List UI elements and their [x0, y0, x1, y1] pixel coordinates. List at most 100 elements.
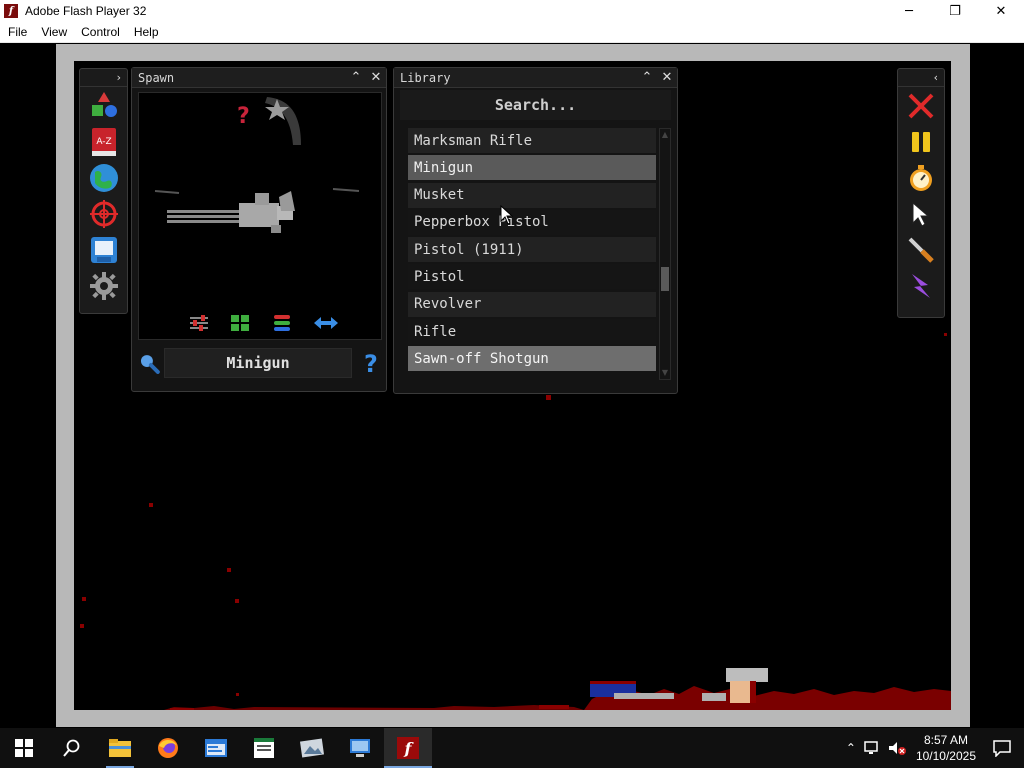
shapes-icon[interactable] [87, 89, 121, 123]
close-button[interactable]: ✕ [978, 0, 1024, 22]
ragdoll-body[interactable] [730, 681, 756, 703]
close-panel-icon[interactable]: ✕ [657, 68, 677, 88]
library-item[interactable]: Pistol [408, 264, 656, 290]
expand-chevron-icon[interactable]: › [80, 69, 127, 87]
help-icon[interactable]: ? [360, 350, 382, 376]
lightning-icon[interactable] [904, 269, 938, 303]
system-tray: ⌃ 8:57 AM 10/10/2025 [842, 728, 1024, 768]
menu-view[interactable]: View [34, 25, 74, 39]
library-item-label: Pepperbox Pistol [414, 214, 549, 231]
selected-item-name: Minigun [163, 348, 353, 378]
menu-bar: File View Control Help [0, 22, 1024, 43]
library-item-label: Pistol [414, 268, 465, 285]
clock-time: 8:57 AM [923, 733, 968, 747]
app-window-icon[interactable] [192, 728, 240, 768]
gear-icon[interactable] [87, 269, 121, 303]
close-panel-icon[interactable]: ✕ [366, 68, 386, 88]
globe-icon[interactable] [87, 161, 121, 195]
menu-help[interactable]: Help [127, 25, 166, 39]
minimize-button[interactable]: ─ [886, 0, 932, 22]
clock-date: 10/10/2025 [915, 749, 976, 763]
knife-icon[interactable] [904, 233, 938, 267]
collapse-chevron-icon[interactable]: ⌃ [637, 68, 657, 88]
spawn-panel-title: Spawn [138, 70, 175, 85]
spawn-bottom-toolbar [189, 313, 339, 333]
ragdoll-limb[interactable] [614, 693, 674, 699]
pointer-icon[interactable] [904, 197, 938, 231]
start-icon[interactable] [0, 728, 48, 768]
library-item-label: Minigun [414, 159, 474, 176]
library-panel-header[interactable]: Library ⌃ ✕ [394, 68, 677, 88]
book-label: A-Z [96, 137, 111, 147]
flash-logo-icon: f [4, 4, 18, 18]
pause-icon[interactable] [904, 125, 938, 159]
flash-player-icon[interactable]: f [384, 728, 432, 768]
magnifier-icon[interactable] [138, 352, 160, 374]
stopwatch-icon[interactable] [904, 161, 938, 195]
collapse-chevron-icon[interactable]: ⌃ [346, 68, 366, 88]
target-icon[interactable] [87, 197, 121, 231]
library-item-label: Marksman Rifle [414, 132, 533, 149]
library-item-label: Rifle [414, 323, 457, 340]
network-icon[interactable] [863, 740, 881, 756]
ragdoll-head[interactable] [726, 668, 768, 682]
window-titlebar: f Adobe Flash Player 32 ─ ❐ ✕ [0, 0, 1024, 22]
window-controls: ─ ❐ ✕ [886, 0, 1024, 22]
blood-splat [80, 624, 84, 628]
window-title: Adobe Flash Player 32 [25, 4, 147, 18]
library-list: Marksman Rifle Minigun Musket Pepperbox … [408, 128, 656, 382]
file-explorer-icon[interactable] [96, 728, 144, 768]
menu-control[interactable]: Control [74, 25, 127, 39]
grid-icon[interactable] [230, 314, 250, 332]
document-icon[interactable] [240, 728, 288, 768]
scroll-up-icon[interactable]: ▲ [660, 130, 670, 140]
library-item-highlighted[interactable]: Sawn-off Shotgun [408, 346, 656, 372]
library-item[interactable]: Marksman Rifle [408, 128, 656, 153]
mouse-pointer-icon [500, 205, 514, 225]
library-item[interactable]: Revolver [408, 291, 656, 317]
spawn-panel-header[interactable]: Spawn ⌃ ✕ [132, 68, 386, 88]
library-item[interactable]: Pepperbox Pistol [408, 209, 656, 235]
spawn-preview[interactable]: ? [138, 92, 382, 340]
image-viewer-icon[interactable] [288, 728, 336, 768]
remote-desktop-icon[interactable] [336, 728, 384, 768]
library-item-label: Pistol (1911) [414, 241, 524, 258]
volume-muted-icon[interactable] [887, 740, 907, 756]
close-x-icon[interactable] [904, 89, 938, 123]
library-item-selected[interactable]: Minigun [408, 155, 656, 181]
minigun-preview-image: ? [154, 97, 360, 233]
left-tool-strip: › A-Z [79, 68, 128, 314]
library-search-input[interactable]: Search... [400, 90, 671, 120]
menu-file[interactable]: File [0, 25, 34, 39]
blood-splat [944, 333, 947, 336]
library-scrollbar[interactable]: ▲ ▼ [659, 128, 671, 380]
chevron-up-icon[interactable]: ⌃ [846, 741, 856, 755]
spawn-footer: Minigun ? [138, 346, 382, 380]
notifications-icon[interactable] [992, 739, 1012, 757]
sliders-icon[interactable] [189, 314, 209, 332]
collapse-chevron-icon[interactable]: ‹ [898, 69, 944, 87]
layers-icon[interactable] [272, 314, 292, 332]
blood-splat [235, 599, 239, 603]
ragdoll-limb[interactable] [702, 693, 726, 701]
spawn-panel: Spawn ⌃ ✕ ? Minigun ? [131, 67, 387, 392]
blood-splat [546, 395, 551, 400]
firefox-icon[interactable] [144, 728, 192, 768]
library-panel-title: Library [400, 70, 451, 85]
blood-splat [82, 597, 86, 601]
flip-arrows-icon[interactable] [313, 314, 339, 332]
question-mark-icon[interactable]: ? [237, 104, 250, 129]
search-icon[interactable] [48, 728, 96, 768]
library-item[interactable]: Pistol (1911) [408, 237, 656, 263]
save-icon[interactable] [87, 233, 121, 267]
library-item-label: Musket [414, 187, 465, 204]
right-tool-strip: ‹ [897, 68, 945, 318]
library-item[interactable]: Musket [408, 182, 656, 208]
taskbar-clock[interactable]: 8:57 AM 10/10/2025 [916, 732, 976, 764]
a-z-book-icon[interactable]: A-Z [87, 125, 121, 159]
library-item[interactable]: Rifle [408, 319, 656, 345]
blood-splat [227, 568, 231, 572]
restore-button[interactable]: ❐ [932, 0, 978, 22]
scroll-thumb[interactable] [661, 267, 669, 291]
scroll-down-icon[interactable]: ▼ [660, 368, 670, 378]
